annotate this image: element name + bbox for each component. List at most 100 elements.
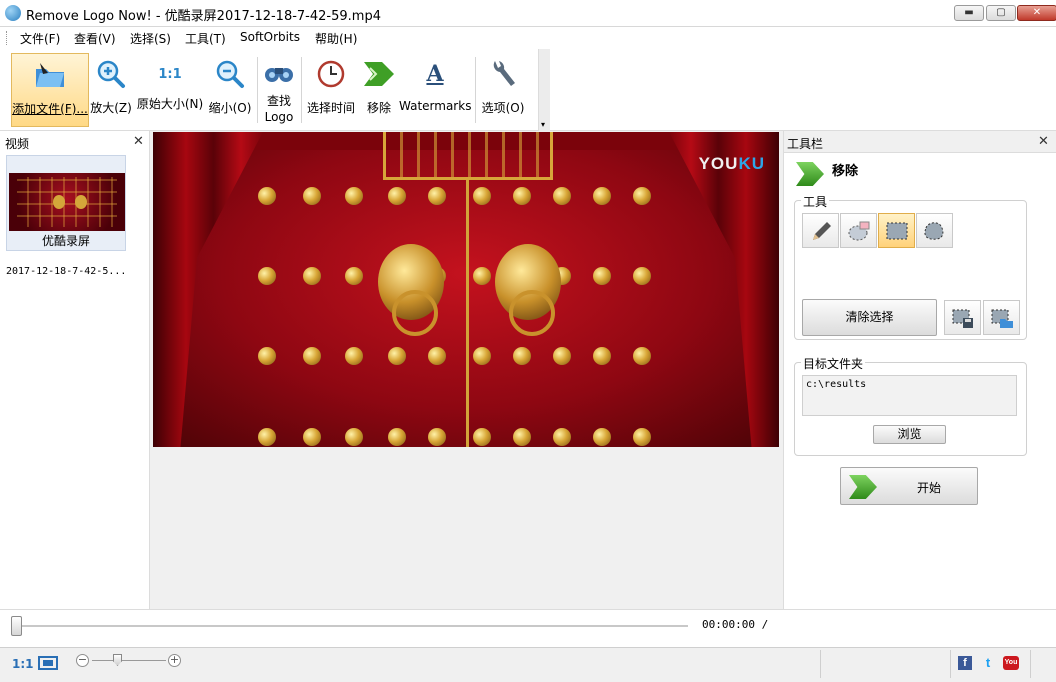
video-frame[interactable]: YOUKU — [153, 132, 779, 447]
tools-group-title: 工具 — [801, 193, 830, 210]
actual-size-button[interactable]: 1:1 — [12, 657, 34, 671]
thumbnail-knocker — [53, 195, 65, 209]
door-stud — [345, 267, 363, 285]
fit-to-window-icon[interactable] — [38, 656, 58, 670]
door-stud — [428, 187, 446, 205]
eraser-tool-button[interactable] — [840, 213, 877, 248]
original-size-button[interactable]: 1:1 原始大小(N) — [136, 53, 204, 127]
pencil-tool-button[interactable] — [802, 213, 839, 248]
find-logo-button[interactable]: 查找 Logo — [259, 53, 299, 127]
door-stud — [593, 187, 611, 205]
seek-slider-handle[interactable] — [11, 616, 22, 636]
facebook-icon[interactable]: f — [958, 656, 972, 670]
close-icon[interactable]: ✕ — [1038, 134, 1049, 149]
video-item-name: 优酷录屏 — [41, 234, 90, 248]
remove-arrow-icon — [796, 162, 824, 186]
menu-view[interactable]: 查看(V) — [74, 30, 116, 47]
minimize-button[interactable]: ▬ — [954, 5, 984, 21]
door-stud — [513, 428, 531, 446]
save-selection-button[interactable] — [944, 300, 981, 335]
watermark-text-you: YOU — [698, 154, 739, 173]
door-stud — [345, 428, 363, 446]
binoculars-icon — [263, 59, 295, 89]
zoom-minus-icon[interactable]: − — [76, 654, 89, 667]
remove-button[interactable]: 移除 — [361, 53, 397, 127]
curtain-right — [669, 132, 779, 447]
target-folder-group: 目标文件夹 c:\results 浏览 — [794, 355, 1027, 456]
video-thumbnail[interactable]: 优酷录屏 — [6, 155, 126, 251]
lasso-select-tool-button[interactable] — [916, 213, 953, 248]
curtain-left — [153, 132, 263, 447]
select-time-label: 选择时间 — [306, 101, 355, 115]
door-stud — [428, 347, 446, 365]
start-button[interactable]: 开始 — [840, 467, 978, 505]
lasso-select-icon — [924, 222, 944, 240]
zoom-plus-icon[interactable]: + — [168, 654, 181, 667]
youtube-icon[interactable]: You — [1003, 656, 1019, 670]
target-folder-input[interactable]: c:\results — [802, 375, 1017, 416]
close-icon[interactable]: ✕ — [133, 134, 144, 149]
options-label: 选项(O) — [481, 101, 525, 115]
door-stud — [258, 347, 276, 365]
watermarks-label: Watermarks — [399, 99, 472, 113]
zoom-slider-handle[interactable] — [113, 654, 122, 666]
clock-icon — [315, 59, 347, 89]
door-seam — [466, 180, 469, 447]
seek-track[interactable] — [16, 625, 688, 627]
pencil-icon — [813, 222, 831, 240]
options-button[interactable]: 选项(O) — [479, 53, 527, 127]
app-icon — [5, 5, 21, 21]
wrench-icon — [487, 59, 519, 89]
load-selection-button[interactable] — [983, 300, 1020, 335]
door-stud — [428, 428, 446, 446]
door-stud — [553, 347, 571, 365]
rectangle-select-tool-button[interactable] — [878, 213, 915, 248]
toolbar: 添加文件(F)... 放大(Z) 1:1 原始大小(N) 缩小(O) 查找 Lo… — [0, 49, 1056, 131]
zoom-in-button[interactable]: 放大(Z) — [90, 53, 132, 127]
menu-select[interactable]: 选择(S) — [130, 30, 171, 47]
menu-help[interactable]: 帮助(H) — [315, 30, 357, 47]
door-stud — [513, 347, 531, 365]
add-file-label: 添加文件(F)... — [12, 102, 88, 116]
watermark-text-ku: KU — [738, 154, 765, 173]
browse-button[interactable]: 浏览 — [873, 425, 946, 444]
door-stud — [303, 347, 321, 365]
youku-watermark: YOUKU — [699, 154, 765, 174]
watermarks-button[interactable]: A Watermarks — [399, 53, 471, 127]
zoom-in-label: 放大(Z) — [90, 101, 132, 115]
maximize-button[interactable]: ▢ — [986, 5, 1016, 21]
select-time-button[interactable]: 选择时间 — [305, 53, 357, 127]
clear-selection-button[interactable]: 清除选择 — [802, 299, 937, 336]
menu-softorbits[interactable]: SoftOrbits — [240, 30, 300, 44]
toolbar-separator — [257, 57, 258, 123]
door-stud — [633, 267, 651, 285]
find-logo-label-1: 查找 — [266, 94, 291, 108]
door-stud — [553, 428, 571, 446]
menu-tools[interactable]: 工具(T) — [185, 30, 226, 47]
twitter-icon[interactable]: t — [981, 656, 995, 670]
menu-grip — [6, 31, 9, 45]
add-file-button[interactable]: 添加文件(F)... — [11, 53, 89, 127]
find-logo-label-2: Logo — [264, 110, 294, 124]
timecode: 00:00:00 / — [702, 618, 769, 631]
zoom-out-button[interactable]: 缩小(O) — [207, 53, 253, 127]
load-selection-icon — [991, 309, 1013, 328]
video-panel: 视频 ✕ 优酷录屏 2017-12-18-7-42-5... — [0, 131, 150, 609]
lasso-eraser-icon — [848, 221, 870, 241]
thumbnail-knocker — [75, 195, 87, 209]
tool-panel-header: 工具栏 ✕ — [784, 131, 1056, 153]
remove-arrow-icon — [363, 59, 395, 89]
original-size-icon: 1:1 — [158, 66, 182, 82]
close-button[interactable]: ✕ — [1017, 5, 1056, 21]
toolbar-overflow[interactable]: ▾ — [538, 49, 550, 131]
zoom-slider-track[interactable] — [92, 660, 166, 661]
door-stud — [473, 347, 491, 365]
menu-bar: 文件(F) 查看(V) 选择(S) 工具(T) SoftOrbits 帮助(H) — [0, 27, 1056, 49]
watermark-letter-icon: A — [426, 61, 444, 87]
door-lintel — [383, 132, 553, 180]
door-stud — [345, 347, 363, 365]
menu-file[interactable]: 文件(F) — [20, 30, 60, 47]
door-stud — [258, 428, 276, 446]
door-stud — [513, 187, 531, 205]
tool-panel-title: 工具栏 — [787, 137, 824, 151]
